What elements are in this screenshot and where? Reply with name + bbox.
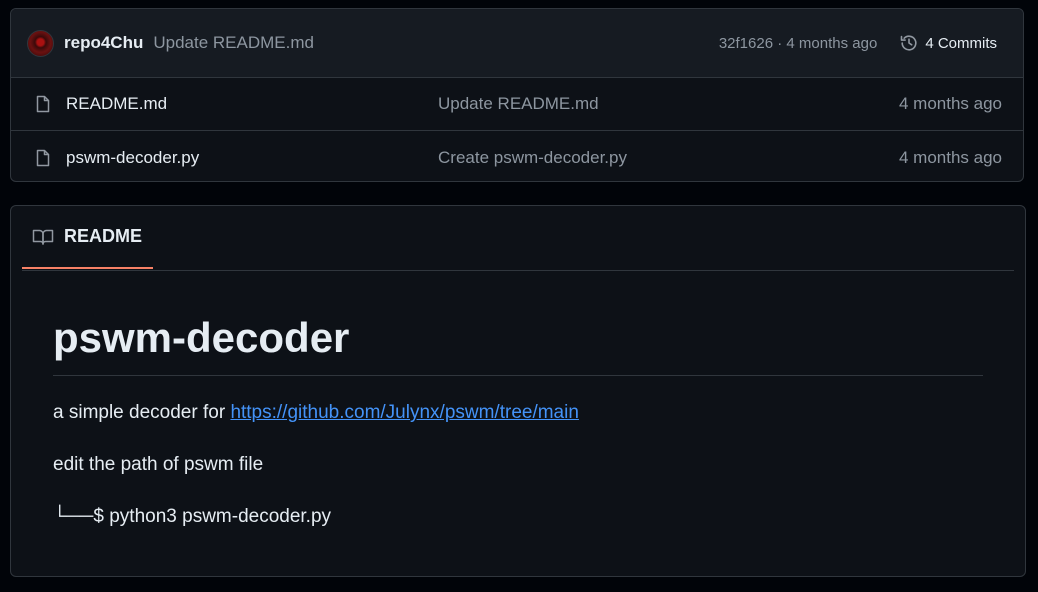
- file-commit-message-link[interactable]: Update README.md: [438, 94, 899, 114]
- readme-content: pswm-decoder a simple decoder for https:…: [11, 314, 1025, 528]
- readme-panel: README pswm-decoder a simple decoder for…: [10, 205, 1026, 577]
- file-row-readme[interactable]: README.md Update README.md 4 months ago: [11, 78, 1023, 131]
- file-name-link[interactable]: README.md: [66, 94, 438, 114]
- readme-tab-label: README: [64, 226, 143, 246]
- file-browser: repo4Chu Update README.md 32f1626 · 4 mo…: [10, 8, 1024, 182]
- readme-title: pswm-decoder: [53, 314, 983, 377]
- intro-text: a simple decoder for: [53, 402, 226, 424]
- commits-count-label: 4 Commits: [925, 34, 997, 52]
- file-commit-message-link[interactable]: Create pswm-decoder.py: [438, 148, 899, 168]
- meta-separator: ·: [777, 34, 783, 52]
- readme-intro-paragraph: a simple decoder for https://github.com/…: [53, 402, 983, 424]
- file-name-link[interactable]: pswm-decoder.py: [66, 148, 438, 168]
- latest-commit-header: repo4Chu Update README.md 32f1626 · 4 mo…: [11, 9, 1023, 78]
- pswm-repo-link[interactable]: https://github.com/Julynx/pswm/tree/main: [230, 402, 578, 423]
- tab-readme[interactable]: README: [22, 206, 153, 269]
- author-avatar[interactable]: [27, 29, 54, 57]
- commit-hash-link[interactable]: 32f1626: [719, 35, 773, 52]
- commit-meta: 32f1626 · 4 months ago: [719, 35, 877, 52]
- commit-author-link[interactable]: repo4Chu: [64, 33, 143, 53]
- readme-instruction: edit the path of pswm file: [53, 454, 264, 476]
- history-icon: [901, 35, 917, 51]
- book-icon: [32, 229, 54, 245]
- commits-history-link[interactable]: 4 Commits: [899, 33, 997, 53]
- readme-command: └──$ python3 pswm-decoder.py: [53, 506, 332, 528]
- file-icon: [36, 95, 50, 113]
- readme-tab-bar: README: [22, 206, 1014, 271]
- commit-age: 4 months ago: [786, 34, 878, 52]
- file-age: 4 months ago: [898, 147, 1002, 167]
- file-row-pswm-decoder[interactable]: pswm-decoder.py Create pswm-decoder.py 4…: [11, 131, 1023, 181]
- file-age: 4 months ago: [898, 94, 1002, 113]
- commit-message-link[interactable]: Update README.md: [153, 33, 314, 53]
- file-icon: [36, 149, 50, 166]
